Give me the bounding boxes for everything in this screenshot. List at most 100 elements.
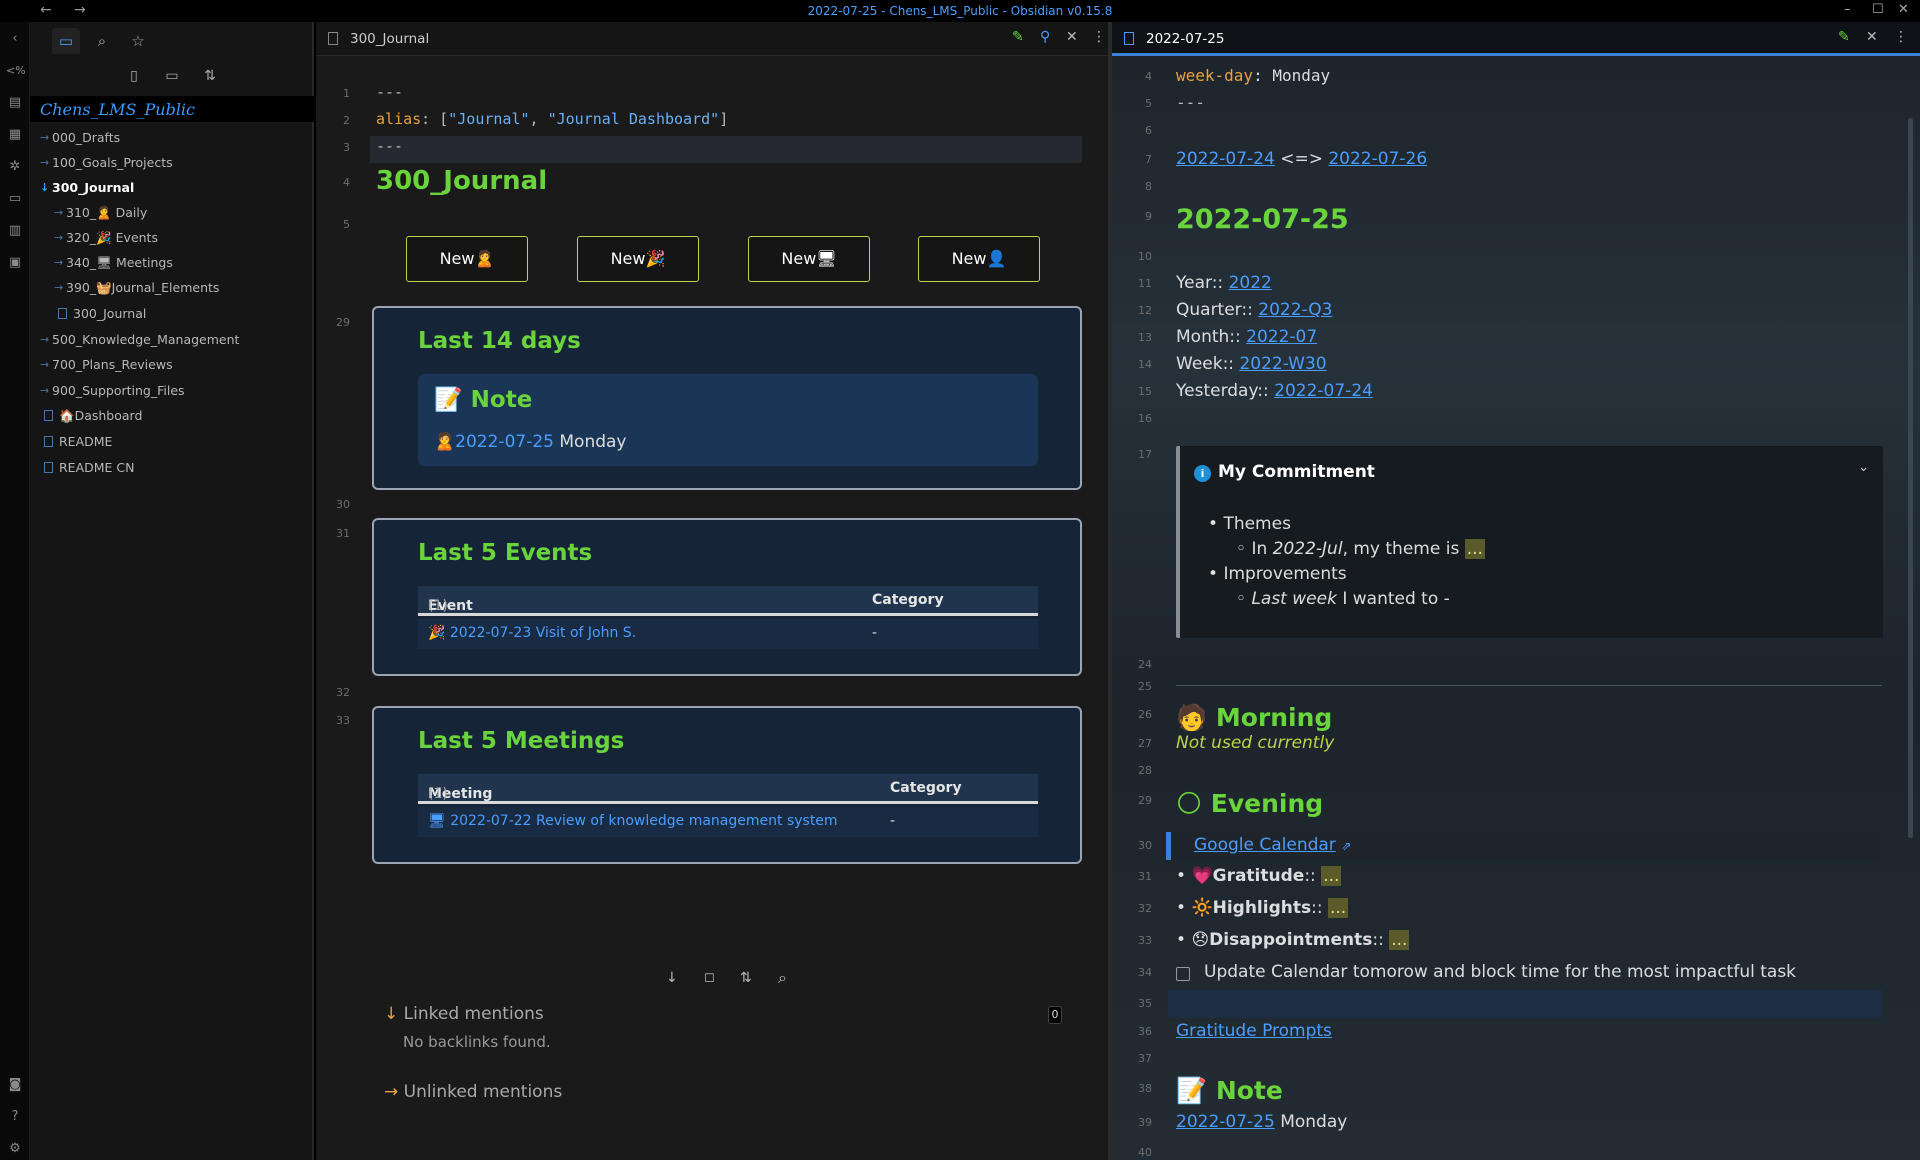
new-daily-button[interactable]: New🙎 (406, 236, 528, 282)
code-toggle-icon[interactable]: <% (6, 62, 26, 80)
task-checkbox[interactable] (1176, 967, 1190, 981)
weekday-line[interactable]: week-day: Monday (1176, 66, 1330, 85)
scrollbar[interactable] (1908, 118, 1913, 838)
line-number: 5 (1145, 97, 1152, 110)
property-month: Month:: 2022-07 (1176, 327, 1318, 347)
tree-folder-meetings[interactable]: → 340_🖥 Meetings (54, 251, 173, 275)
edit-pencil-icon[interactable]: ✎ (1838, 29, 1850, 45)
note-heading: 2022-07-25 (1176, 204, 1349, 235)
meeting-link[interactable]: 🖥 2022-07-22 Review of knowledge managem… (428, 813, 838, 829)
line-number: 8 (1145, 180, 1152, 193)
callout-title[interactable]: My Commitment (1218, 462, 1375, 482)
page-title: 300_Journal (376, 166, 548, 196)
property-quarter: Quarter:: 2022-Q3 (1176, 300, 1333, 320)
title-bar: ← → 2022-07-25 - Chens_LMS_Public - Obsi… (0, 0, 1920, 22)
new-person-button[interactable]: New👤 (918, 236, 1040, 282)
frontmatter-dash[interactable]: --- (1176, 93, 1205, 112)
close-tab-icon[interactable]: ✕ (1066, 29, 1078, 45)
active-line-highlight (370, 136, 1082, 163)
tree-folder-journal[interactable]: ↓ 300_Journal (40, 176, 134, 200)
search-backlinks-icon[interactable]: ⌕ (778, 968, 787, 988)
frontmatter-dash[interactable]: --- (376, 137, 403, 155)
star-icon[interactable]: ☆ (124, 28, 152, 54)
person-icon: 🙎 (434, 432, 456, 452)
line-number: 34 (1138, 966, 1152, 979)
note-date-link[interactable]: 2022-07-25 (455, 432, 554, 452)
tree-folder-events[interactable]: → 320_🎉 Events (54, 226, 158, 250)
line-number: 27 (1138, 737, 1152, 750)
tree-folder-journal-elements[interactable]: → 390_🧺Journal_Elements (54, 276, 219, 300)
horizontal-rule (1176, 685, 1882, 686)
search-icon[interactable]: ⌕ (88, 28, 116, 54)
new-folder-icon[interactable]: ▭ (162, 68, 182, 88)
tree-file-readme-cn[interactable]: README CN (44, 456, 135, 480)
sort-icon[interactable]: ⇅ (200, 68, 220, 88)
line-number: 25 (1138, 680, 1152, 693)
line-number: 14 (1138, 358, 1152, 371)
toggle-context-icon[interactable]: ◻ (704, 970, 715, 985)
folder-icon[interactable]: ▭ (52, 28, 80, 54)
tree-folder-plans[interactable]: → 700_Plans_Reviews (40, 353, 173, 377)
table-icon[interactable]: ▥ (6, 222, 24, 240)
collapse-sidebar-icon[interactable]: ‹ (6, 30, 24, 48)
gratitude-prompts-link[interactable]: Gratitude Prompts (1176, 1021, 1332, 1041)
left-tab-title[interactable]: 300_Journal (350, 31, 429, 47)
settings-gear-icon[interactable]: ⚙ (6, 1140, 24, 1158)
next-day-link[interactable]: 2022-07-26 (1328, 149, 1427, 169)
cards-icon[interactable]: ▭ (6, 190, 24, 208)
collapse-results-icon[interactable]: ↓ (666, 970, 678, 986)
minimize-icon[interactable]: – (1844, 2, 1851, 17)
tree-folder-drafts[interactable]: → 000_Drafts (40, 126, 120, 150)
sort-backlinks-icon[interactable]: ⇅ (740, 970, 752, 986)
frontmatter-dash[interactable]: --- (376, 83, 403, 101)
new-event-button[interactable]: New🎉 (577, 236, 699, 282)
tree-file-journal[interactable]: 300_Journal (58, 302, 146, 326)
category-cell: - (890, 813, 896, 829)
more-options-icon[interactable]: ⋮ (1092, 29, 1106, 45)
note-section-heading: 📝 Note (1176, 1076, 1283, 1105)
maximize-icon[interactable]: ☐ (1872, 2, 1884, 17)
right-tab-title[interactable]: 2022-07-25 (1146, 31, 1224, 47)
tree-folder-supporting[interactable]: → 900_Supporting_Files (40, 379, 185, 403)
calendar-icon[interactable]: ▤ (6, 94, 24, 112)
line-number: 35 (1138, 997, 1152, 1010)
tree-folder-knowledge[interactable]: → 500_Knowledge_Management (40, 328, 239, 352)
unlinked-mentions-toggle[interactable]: → Unlinked mentions (384, 1082, 562, 1102)
close-tab-icon[interactable]: ✕ (1866, 29, 1878, 45)
alias-line[interactable]: alias: ["Journal", "Journal Dashboard"] (376, 110, 728, 128)
help-icon[interactable]: ? (6, 1108, 24, 1126)
vault-icon[interactable]: ◙ (6, 1076, 24, 1094)
vault-name[interactable]: Chens_LMS_Public (30, 96, 314, 122)
pin-icon[interactable]: ⚲ (1040, 29, 1050, 45)
column-header-category[interactable]: Category (890, 780, 962, 796)
graph-icon[interactable]: ✲ (6, 158, 24, 176)
tree-file-readme[interactable]: README (44, 430, 112, 454)
table-row: 🎉 2022-07-23 Visit of John S. - (418, 619, 1038, 649)
new-meeting-button[interactable]: New🖥 (748, 236, 870, 282)
edit-pencil-icon[interactable]: ✎ (1012, 29, 1024, 45)
chevron-right-icon: → (40, 358, 50, 371)
right-editor-pane: 2022-07-25 ✎ ✕ ⋮ 4 week-day: Monday 5 --… (1112, 22, 1920, 1160)
event-link[interactable]: 🎉 2022-07-23 Visit of John S. (428, 625, 636, 641)
note-date-link[interactable]: 2022-07-25 (1176, 1112, 1275, 1132)
line-number: 37 (1138, 1052, 1152, 1065)
selected-line-highlight (1168, 990, 1882, 1018)
new-note-icon[interactable]: ▯ (124, 68, 144, 88)
column-header-category[interactable]: Category (872, 592, 944, 608)
more-options-icon[interactable]: ⋮ (1894, 29, 1908, 45)
previous-day-link[interactable]: 2022-07-24 (1176, 149, 1275, 169)
close-window-icon[interactable]: ✕ (1898, 2, 1909, 17)
google-calendar-link[interactable]: Google Calendar ⇗ (1194, 835, 1351, 855)
tree-folder-goals[interactable]: → 100_Goals_Projects (40, 151, 173, 175)
tree-folder-daily[interactable]: → 310_🙎 Daily (54, 201, 147, 225)
notes-icon[interactable]: ▦ (6, 126, 24, 144)
chevron-right-icon: → (54, 231, 64, 244)
chevron-right-icon: → (384, 1082, 399, 1102)
line-number: 12 (1138, 304, 1152, 317)
line-number: 31 (1138, 870, 1152, 883)
chevron-down-icon[interactable]: ⌄ (1858, 460, 1869, 475)
daily-note-icon[interactable]: ▣ (6, 254, 24, 272)
tree-file-dashboard[interactable]: 🏠Dashboard (44, 404, 142, 428)
linked-mentions-toggle[interactable]: ↓ Linked mentions (384, 1004, 544, 1024)
left-tab-header: 300_Journal ✎ ⚲ ✕ ⋮ (316, 22, 1108, 56)
